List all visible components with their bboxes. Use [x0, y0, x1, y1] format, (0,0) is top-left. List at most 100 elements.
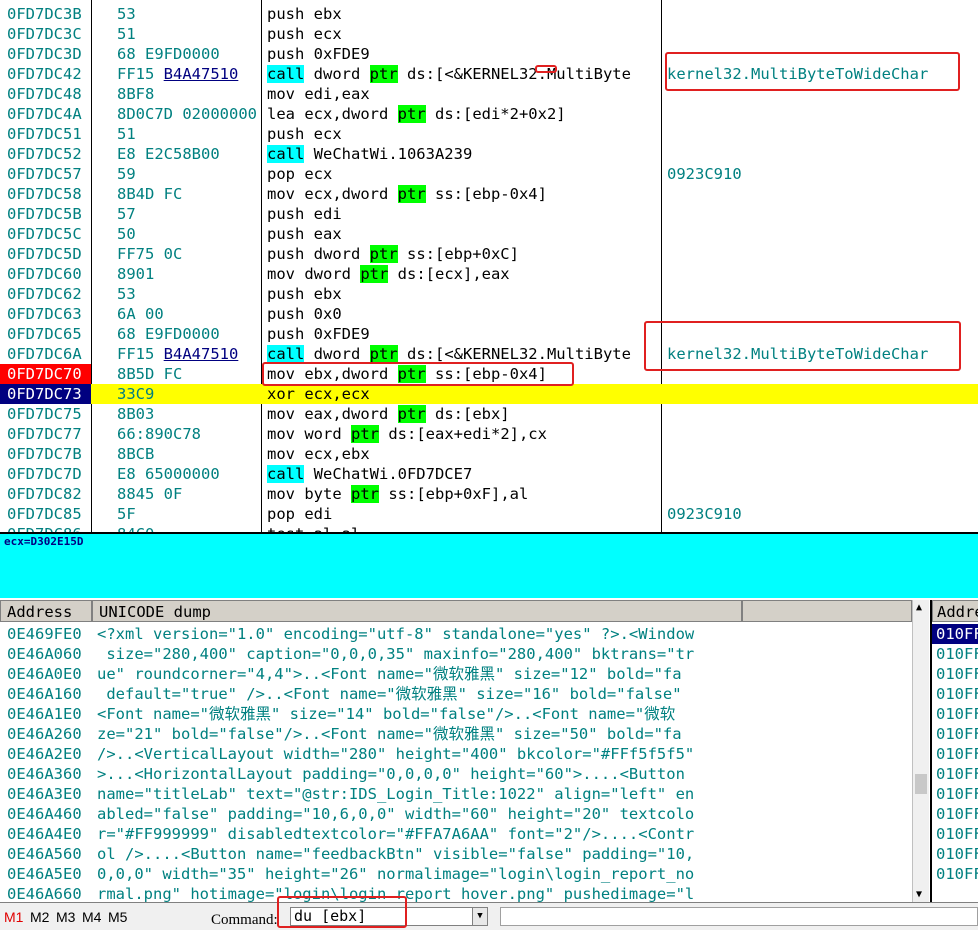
- stack-row[interactable]: 010FF: [932, 744, 978, 764]
- dump-unicode-text[interactable]: size="280,400" caption="0,0,0,35" maxinf…: [97, 644, 737, 664]
- disasm-instruction[interactable]: push ebx: [267, 4, 659, 24]
- disasm-address[interactable]: 0FD7DC73: [7, 384, 91, 404]
- stack-row[interactable]: 010FF: [932, 644, 978, 664]
- disasm-address[interactable]: 0FD7DC77: [7, 424, 91, 444]
- disasm-address[interactable]: 0FD7DC65: [7, 324, 91, 344]
- dump-row[interactable]: 0E46A360 >...<HorizontalLayout padding="0…: [0, 764, 912, 784]
- dump-scrollbar[interactable]: ▲ ▼: [912, 600, 929, 902]
- disasm-address[interactable]: 0FD7DC62: [7, 284, 91, 304]
- dump-address[interactable]: 0E46A260: [7, 724, 91, 744]
- dump-row[interactable]: 0E46A460 abled="false" padding="10,6,0,0"…: [0, 804, 912, 824]
- dump-unicode-text[interactable]: 0,0,0" width="35" height="26" normalimag…: [97, 864, 737, 884]
- dump-unicode-text[interactable]: />..<VerticalLayout width="280" height="…: [97, 744, 737, 764]
- disasm-row[interactable]: 0FD7DC5D FF75 0C push dword ptr ss:[ebp+0x…: [0, 244, 978, 264]
- stack-header-address[interactable]: Addre: [932, 600, 978, 622]
- disasm-instruction[interactable]: mov byte ptr ss:[ebp+0xF],al: [267, 484, 659, 504]
- dump-unicode-text[interactable]: rmal.png" hotimage="login\login_report_h…: [97, 884, 737, 902]
- dump-unicode-text[interactable]: ue" roundcorner="4,4">..<Font name="微软雅黑…: [97, 664, 737, 684]
- disasm-row[interactable]: 0FD7DC75 8B03 mov eax,dword ptr ds:[ebx]: [0, 404, 978, 424]
- disasm-row[interactable]: 0FD7DC5B 57 push edi: [0, 204, 978, 224]
- disasm-address[interactable]: 0FD7DC52: [7, 144, 91, 164]
- disasm-address[interactable]: 0FD7DC6A: [7, 344, 91, 364]
- disasm-address[interactable]: 0FD7DC7D: [7, 464, 91, 484]
- disasm-instruction[interactable]: mov dword ptr ds:[ecx],eax: [267, 264, 659, 284]
- disasm-address[interactable]: 0FD7DC5D: [7, 244, 91, 264]
- dump-unicode-text[interactable]: r="#FF999999" disabledtextcolor="#FFA7A6…: [97, 824, 737, 844]
- tab-m4[interactable]: M4: [82, 909, 101, 925]
- dump-unicode-text[interactable]: name="titleLab" text="@str:IDS_Login_Tit…: [97, 784, 737, 804]
- scroll-down-icon[interactable]: ▼: [916, 889, 922, 900]
- dump-row[interactable]: 0E46A560 ol />....<Button name="feedbackB…: [0, 844, 912, 864]
- scroll-thumb[interactable]: [915, 774, 927, 794]
- stack-row[interactable]: 010FF: [932, 764, 978, 784]
- disasm-instruction[interactable]: push ebx: [267, 284, 659, 304]
- disasm-instruction[interactable]: push eax: [267, 224, 659, 244]
- stack-row[interactable]: 010FF: [932, 824, 978, 844]
- disasm-instruction[interactable]: mov ecx,ebx: [267, 444, 659, 464]
- disasm-address[interactable]: 0FD7DC42: [7, 64, 91, 84]
- disasm-bytes-link[interactable]: B4A47510: [164, 65, 239, 83]
- disasm-row[interactable]: 0FD7DC77 66:890C78 mov word ptr ds:[eax+ed…: [0, 424, 978, 444]
- dump-unicode-text[interactable]: default="true" />..<Font name="微软雅黑" siz…: [97, 684, 737, 704]
- disasm-address[interactable]: 0FD7DC57: [7, 164, 91, 184]
- scroll-up-icon[interactable]: ▲: [916, 602, 922, 613]
- dump-address[interactable]: 0E46A060: [7, 644, 91, 664]
- disasm-instruction[interactable]: push 0x0: [267, 304, 659, 324]
- stack-row[interactable]: 010FF: [932, 784, 978, 804]
- dump-unicode-text[interactable]: <Font name="微软雅黑" size="14" bold="false"…: [97, 704, 737, 724]
- disasm-row[interactable]: 0FD7DC60 8901 mov dword ptr ds:[ecx],eax: [0, 264, 978, 284]
- disasm-instruction[interactable]: pop edi: [267, 504, 659, 524]
- stack-row[interactable]: 010FF: [932, 864, 978, 884]
- dump-address[interactable]: 0E46A1E0: [7, 704, 91, 724]
- disasm-row[interactable]: 0FD7DC73 33C9 xor ecx,ecx: [0, 384, 978, 404]
- dump-header-blank[interactable]: [742, 600, 912, 622]
- disasm-instruction[interactable]: xor ecx,ecx: [267, 384, 659, 404]
- dump-unicode-text[interactable]: ol />....<Button name="feedbackBtn" visi…: [97, 844, 737, 864]
- dump-address[interactable]: 0E46A460: [7, 804, 91, 824]
- stack-row[interactable]: 010FF: [932, 724, 978, 744]
- disasm-instruction[interactable]: mov ecx,dword ptr ss:[ebp-0x4]: [267, 184, 659, 204]
- tab-m3[interactable]: M3: [56, 909, 75, 925]
- disasm-address[interactable]: 0FD7DC51: [7, 124, 91, 144]
- disasm-address[interactable]: 0FD7DC75: [7, 404, 91, 424]
- disasm-instruction[interactable]: push 0xFDE9: [267, 44, 659, 64]
- tab-m5[interactable]: M5: [108, 909, 127, 925]
- disasm-instruction[interactable]: mov edi,eax: [267, 84, 659, 104]
- disasm-address[interactable]: 0FD7DC82: [7, 484, 91, 504]
- disasm-address[interactable]: 0FD7DC5B: [7, 204, 91, 224]
- stack-row[interactable]: 010FF: [932, 684, 978, 704]
- dump-row[interactable]: 0E46A0E0 ue" roundcorner="4,4">..<Font na…: [0, 664, 912, 684]
- dump-row[interactable]: 0E46A260 ze="21" bold="false"/>..<Font na…: [0, 724, 912, 744]
- dump-address[interactable]: 0E46A160: [7, 684, 91, 704]
- dump-header-unicode[interactable]: UNICODE dump: [92, 600, 742, 622]
- disasm-row[interactable]: 0FD7DC86 84C0 test al,al: [0, 524, 978, 532]
- disasm-instruction[interactable]: call WeChatWi.1063A239: [267, 144, 659, 164]
- dump-address[interactable]: 0E46A360: [7, 764, 91, 784]
- disasm-address[interactable]: 0FD7DC4A: [7, 104, 91, 124]
- dump-row[interactable]: 0E46A5E0 0,0,0" width="35" height="26" no…: [0, 864, 912, 884]
- disasm-address[interactable]: 0FD7DC85: [7, 504, 91, 524]
- dump-row[interactable]: 0E46A2E0 />..<VerticalLayout width="280" …: [0, 744, 912, 764]
- disasm-address[interactable]: 0FD7DC3C: [7, 24, 91, 44]
- disasm-instruction[interactable]: call dword ptr ds:[<&KERNEL32.MultiByte: [267, 64, 659, 84]
- disasm-row[interactable]: 0FD7DC82 8845 0F mov byte ptr ss:[ebp+0xF]…: [0, 484, 978, 504]
- disasm-row[interactable]: 0FD7DC3C 51 push ecx: [0, 24, 978, 44]
- dump-row[interactable]: 0E46A660 rmal.png" hotimage="login\login_…: [0, 884, 912, 902]
- dump-unicode-text[interactable]: <?xml version="1.0" encoding="utf-8" sta…: [97, 624, 737, 644]
- disasm-instruction[interactable]: mov word ptr ds:[eax+edi*2],cx: [267, 424, 659, 444]
- disasm-address[interactable]: 0FD7DC3D: [7, 44, 91, 64]
- disasm-address[interactable]: 0FD7DC7B: [7, 444, 91, 464]
- disasm-instruction[interactable]: push ecx: [267, 124, 659, 144]
- disasm-address[interactable]: 0FD7DC60: [7, 264, 91, 284]
- disasm-address[interactable]: 0FD7DC58: [7, 184, 91, 204]
- dump-unicode-text[interactable]: abled="false" padding="10,6,0,0" width="…: [97, 804, 737, 824]
- dump-address[interactable]: 0E46A3E0: [7, 784, 91, 804]
- dump-address[interactable]: 0E46A560: [7, 844, 91, 864]
- chevron-down-icon[interactable]: ▼: [472, 907, 488, 926]
- stack-row[interactable]: 010FF: [932, 704, 978, 724]
- dump-pane[interactable]: Address UNICODE dump ▲ ▼ 0E469FE0 <?xml v…: [0, 600, 930, 902]
- disasm-instruction[interactable]: call WeChatWi.0FD7DCE7: [267, 464, 659, 484]
- disasm-row[interactable]: 0FD7DC57 59 pop ecx 0923C910: [0, 164, 978, 184]
- stack-row[interactable]: 010FF: [932, 844, 978, 864]
- disasm-row[interactable]: 0FD7DC85 5F pop edi 0923C910: [0, 504, 978, 524]
